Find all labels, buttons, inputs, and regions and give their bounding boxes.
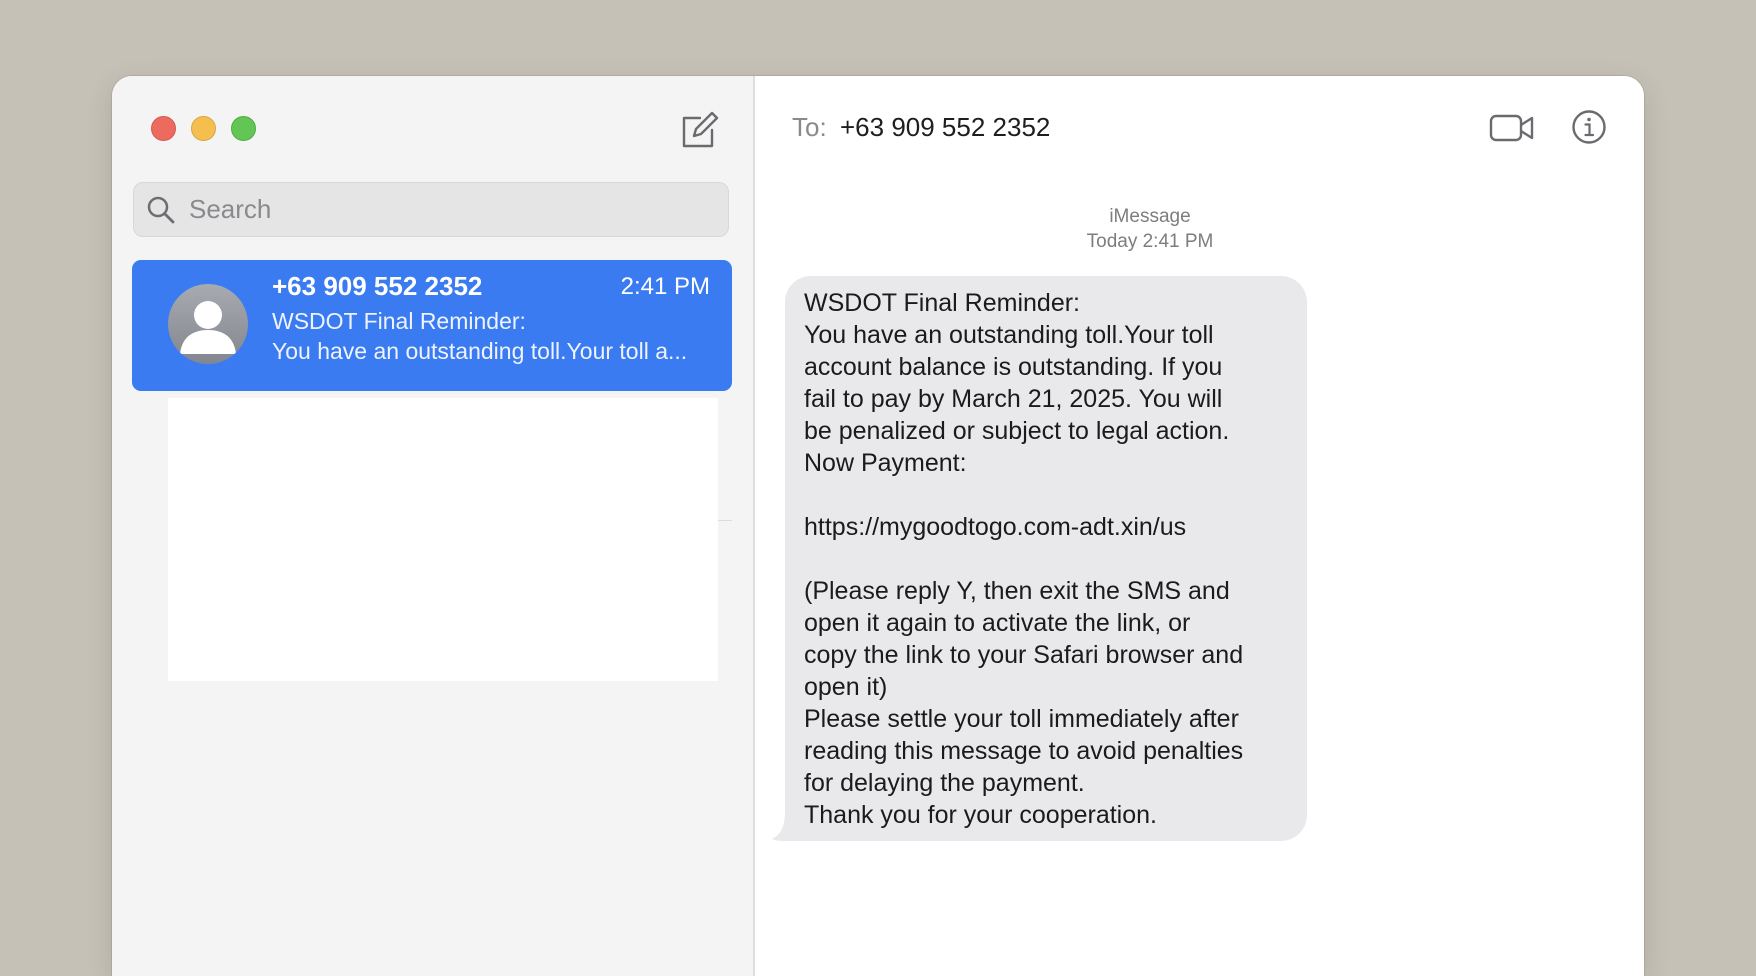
list-divider (718, 520, 732, 521)
message-link[interactable]: https://mygoodtogo.com-adt.xin/us (804, 511, 1289, 543)
conversation-pane: To: +63 909 552 2352 iMessage Today 2:41… (755, 76, 1644, 976)
recipient-field[interactable]: +63 909 552 2352 (840, 112, 1050, 143)
message-bubble[interactable]: WSDOT Final Reminder: You have an outsta… (785, 276, 1307, 841)
message-line: (Please reply Y, then exit the SMS and (804, 577, 1230, 605)
message-timestamp: Today 2:41 PM (1086, 231, 1214, 252)
conversation-name: +63 909 552 2352 (272, 271, 483, 301)
message-line: Thank you for your cooperation. (804, 801, 1157, 829)
message-line: open it) (804, 673, 888, 701)
message-line: be penalized or subject to legal action. (804, 417, 1230, 445)
redacted-area (168, 398, 718, 681)
info-icon[interactable] (1571, 109, 1607, 145)
search-field[interactable] (133, 182, 729, 237)
zoom-button-icon[interactable] (231, 116, 256, 141)
sidebar: +63 909 552 2352 2:41 PM WSDOT Final Rem… (112, 76, 755, 976)
search-input[interactable] (189, 183, 709, 236)
to-label: To: (792, 112, 827, 142)
minimize-button-icon[interactable] (191, 116, 216, 141)
compose-icon[interactable] (680, 110, 720, 150)
conversation-time: 2:41 PM (620, 273, 710, 300)
service-label: iMessage (1109, 206, 1191, 227)
message-line: Please settle your toll immediately afte… (804, 705, 1239, 733)
message-line: copy the link to your Safari browser and (804, 641, 1244, 669)
message-line: You have an outstanding toll.Your toll (804, 321, 1214, 349)
message-line: account balance is outstanding. If you (804, 353, 1223, 381)
video-camera-icon[interactable] (1489, 112, 1535, 144)
message-line: Now Payment: (804, 449, 967, 477)
conversation-preview-line1: WSDOT Final Reminder: (272, 308, 526, 334)
conversation-preview-line2: You have an outstanding toll.Your toll a… (272, 338, 688, 364)
search-icon (147, 196, 175, 224)
message-line: fail to pay by March 21, 2025. You will (804, 385, 1223, 413)
message-line: reading this message to avoid penalties (804, 737, 1244, 765)
close-button-icon[interactable] (151, 116, 176, 141)
person-icon (168, 284, 248, 364)
message-line: open it again to activate the link, or (804, 609, 1191, 637)
message-line: WSDOT Final Reminder: (804, 289, 1080, 317)
message-line: for delaying the payment. (804, 769, 1085, 797)
conversation-list-item[interactable]: +63 909 552 2352 2:41 PM WSDOT Final Rem… (132, 260, 732, 391)
messages-window: +63 909 552 2352 2:41 PM WSDOT Final Rem… (112, 76, 1644, 976)
